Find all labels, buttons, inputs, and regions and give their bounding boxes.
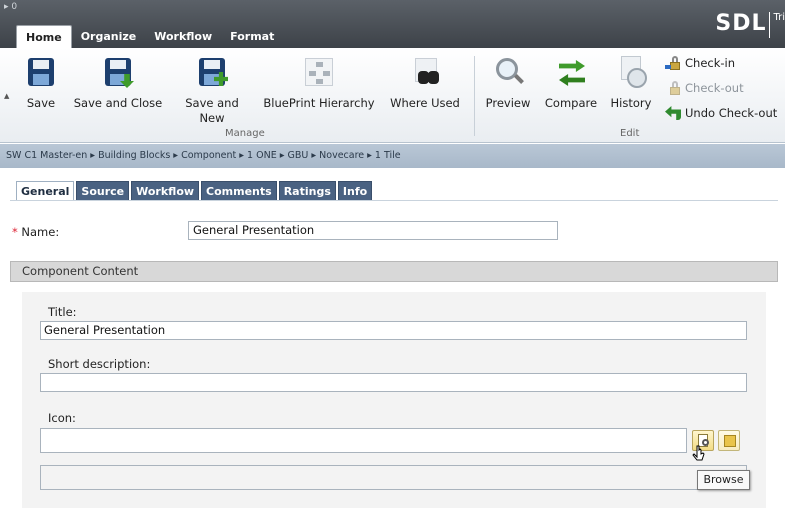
icon-preview-field[interactable] (40, 465, 747, 490)
name-label: * Name: (12, 225, 59, 239)
group-label-manage: Manage (225, 128, 265, 139)
blueprint-hierarchy-label: BluePrint Hierarchy (263, 96, 375, 110)
tab-ratings[interactable]: Ratings (278, 181, 336, 201)
compare-label: Compare (544, 96, 598, 110)
check-out-label: Check-out (685, 81, 744, 95)
binoculars-icon (409, 56, 441, 88)
quick-access-toolbar[interactable]: ▸ 0 (4, 2, 17, 12)
group-separator (474, 56, 475, 136)
history-clock-icon (615, 56, 647, 88)
history-button[interactable]: History (605, 56, 657, 111)
preview-button[interactable]: Preview (480, 56, 536, 111)
breadcrumb[interactable]: SW C1 Master-en ▸ Building Blocks ▸ Comp… (0, 144, 785, 168)
save-and-close-label: Save and Close (73, 96, 163, 110)
short-description-input[interactable] (40, 373, 747, 392)
folder-button[interactable] (718, 430, 740, 451)
where-used-button[interactable]: Where Used (385, 56, 465, 111)
tabs-underline (10, 200, 778, 201)
save-icon (25, 56, 57, 88)
preview-label: Preview (485, 96, 531, 110)
icon-label: Icon: (48, 411, 76, 425)
save-and-new-icon (196, 56, 228, 88)
check-out-button[interactable]: Check-out (665, 81, 744, 95)
component-content-header[interactable]: Component Content (10, 261, 778, 282)
undo-check-out-label: Undo Check-out (685, 106, 778, 120)
ribbon: ▲ Save Save and Close Save and New BlueP… (0, 48, 785, 143)
tab-workflow-content[interactable]: Workflow (131, 181, 200, 201)
undo-check-out-button[interactable]: Undo Check-out (665, 106, 777, 120)
save-and-new-button[interactable]: Save and New (180, 56, 244, 126)
browse-tooltip: Browse (697, 470, 750, 490)
save-and-new-label: Save and New (180, 96, 244, 126)
check-in-label: Check-in (685, 56, 736, 70)
group-label-edit: Edit (620, 128, 640, 139)
check-in-icon (665, 56, 681, 70)
short-description-label: Short description: (48, 357, 151, 371)
save-label: Save (26, 96, 56, 110)
save-and-new-line2: New (199, 111, 225, 125)
content-tabs: General Source Workflow Comments Ratings… (16, 181, 374, 201)
ribbon-scroll-left-icon[interactable]: ▲ (4, 92, 9, 100)
history-label: History (610, 96, 652, 110)
check-out-icon (665, 81, 681, 95)
brand-name: SDL (715, 11, 767, 36)
brand-divider (769, 12, 771, 38)
save-button[interactable]: Save (21, 56, 61, 111)
ribbon-tabs: Home Organize Workflow Format (16, 25, 283, 48)
name-label-text: Name: (21, 225, 60, 239)
undo-check-out-icon (665, 106, 681, 120)
quick-access-count: 0 (11, 2, 18, 12)
save-and-close-icon (102, 56, 134, 88)
magnifier-icon (492, 56, 524, 88)
title-label: Title: (48, 305, 77, 319)
brand-logo: SDL Tri (715, 10, 785, 40)
blueprint-hierarchy-button[interactable]: BluePrint Hierarchy (256, 56, 382, 111)
tab-info[interactable]: Info (337, 181, 373, 201)
where-used-label: Where Used (390, 96, 460, 110)
tab-general[interactable]: General (16, 181, 75, 201)
title-bar: ▸ 0 Home Organize Workflow Format SDL Tr… (0, 0, 785, 48)
mouse-cursor-icon (692, 445, 705, 461)
name-input[interactable]: General Presentation (188, 221, 558, 240)
compare-arrows-icon (555, 56, 587, 88)
title-input[interactable]: General Presentation (40, 321, 747, 340)
save-and-new-line1: Save and (185, 96, 239, 110)
compare-button[interactable]: Compare (540, 56, 602, 111)
tab-workflow[interactable]: Workflow (145, 25, 221, 48)
check-in-button[interactable]: Check-in (665, 56, 735, 70)
save-and-close-button[interactable]: Save and Close (66, 56, 170, 111)
required-mark: * (12, 225, 18, 239)
icon-input[interactable] (40, 428, 687, 453)
tab-source[interactable]: Source (76, 181, 130, 201)
tab-format[interactable]: Format (221, 25, 283, 48)
tab-comments[interactable]: Comments (201, 181, 277, 201)
tab-home[interactable]: Home (16, 25, 72, 48)
brand-product: Tri (773, 12, 785, 23)
hierarchy-icon (303, 56, 335, 88)
tab-organize[interactable]: Organize (72, 25, 146, 48)
